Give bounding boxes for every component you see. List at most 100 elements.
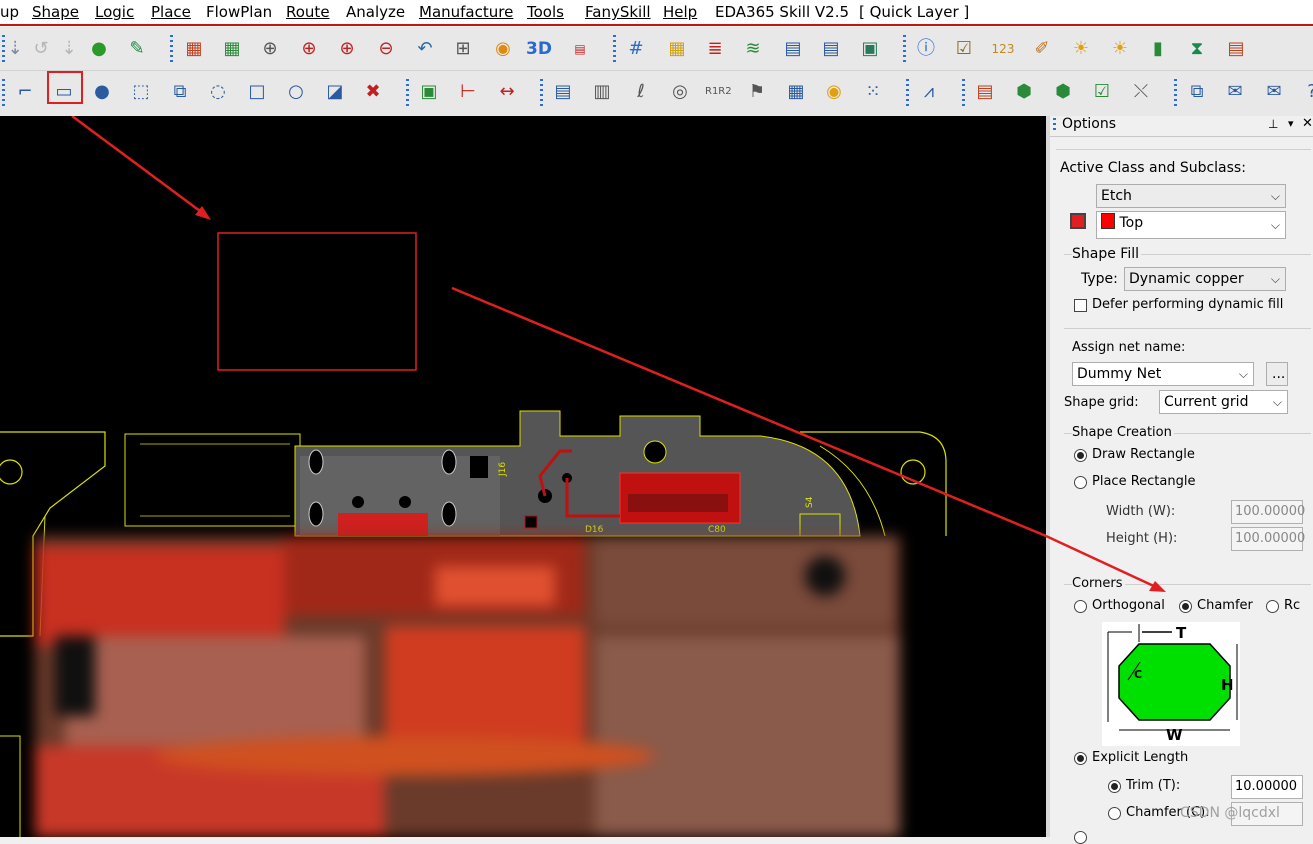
camera-icon[interactable]: ◎ bbox=[667, 79, 693, 105]
menu-setup[interactable]: up bbox=[0, 3, 19, 21]
color-palette-icon[interactable]: ▦ bbox=[664, 36, 690, 62]
zoom-out-icon[interactable]: ⊖ bbox=[373, 36, 399, 62]
hourglass-icon[interactable]: ⧗ bbox=[1184, 36, 1210, 62]
toolbar-grip[interactable] bbox=[613, 35, 616, 63]
grid-select-icon[interactable]: ▦ bbox=[783, 79, 809, 105]
place-rectangle-radio[interactable] bbox=[1074, 476, 1087, 489]
close-icon[interactable]: ✕ bbox=[1302, 116, 1313, 131]
pin-icon[interactable]: ✎ bbox=[124, 36, 150, 62]
zoom-in-area-icon[interactable]: ⊕ bbox=[296, 36, 322, 62]
trim-radio[interactable] bbox=[1108, 780, 1121, 793]
flag-icon[interactable]: ⚑ bbox=[744, 79, 770, 105]
zoom-fit-icon[interactable]: ⊕ bbox=[257, 36, 283, 62]
subclass-select[interactable]: Top ⌵ bbox=[1096, 211, 1286, 239]
subclass-color-swatch[interactable] bbox=[1070, 213, 1086, 229]
brush-icon[interactable]: ✐ bbox=[1029, 36, 1055, 62]
menu-flowplan[interactable]: FlowPlan bbox=[206, 3, 272, 21]
circle-outline-icon[interactable]: ○ bbox=[283, 79, 309, 105]
menu-logic[interactable]: Logic bbox=[95, 3, 134, 21]
fill-type-select[interactable]: Dynamic copper ⌵ bbox=[1124, 267, 1286, 291]
odb-icon[interactable]: ▤ bbox=[550, 79, 576, 105]
dropdown-icon[interactable]: ▾ bbox=[1288, 117, 1294, 130]
toolbar-grip[interactable] bbox=[1174, 79, 1177, 107]
3d-view-icon[interactable]: 3D bbox=[526, 36, 552, 62]
round-radio[interactable] bbox=[1266, 600, 1279, 613]
chamfer-radio[interactable] bbox=[1179, 600, 1192, 613]
edit-shape-icon[interactable]: ◪ bbox=[322, 79, 348, 105]
grid-dots-icon[interactable]: # bbox=[623, 36, 649, 62]
menu-eda365[interactable]: EDA365 Skill V2.5 bbox=[715, 3, 849, 21]
undo-icon[interactable]: ↺ bbox=[28, 36, 54, 62]
grid-box-icon[interactable]: ▦ bbox=[181, 36, 207, 62]
extra-radio[interactable] bbox=[1074, 831, 1087, 844]
routing-path-icon[interactable]: ⩘ bbox=[916, 79, 942, 105]
design-canvas[interactable]: J16 D16 C80 S4 bbox=[0, 116, 1046, 837]
circle-icon[interactable]: ● bbox=[89, 79, 115, 105]
toolbar-grip[interactable] bbox=[906, 79, 909, 107]
menu-fanyskill[interactable]: FanySkill bbox=[585, 3, 651, 21]
menu-route[interactable]: Route bbox=[286, 3, 330, 21]
down-arrow-gray-icon[interactable]: ⇣ bbox=[56, 36, 82, 62]
width-input[interactable]: 100.00000 bbox=[1231, 500, 1305, 524]
dimension-horizontal-icon[interactable]: ⊢ bbox=[455, 79, 481, 105]
menu-shape[interactable]: Shape bbox=[32, 3, 79, 21]
pcb-chip-icon[interactable]: ▣ bbox=[416, 79, 442, 105]
checklist-icon[interactable]: ☑ bbox=[951, 36, 977, 62]
toolbar-grip[interactable] bbox=[2, 79, 5, 107]
globe-icon[interactable]: ● bbox=[86, 36, 112, 62]
array-icon[interactable]: ⁙ bbox=[860, 79, 886, 105]
menu-help[interactable]: Help bbox=[663, 3, 697, 21]
pin-icon[interactable]: ⊥ bbox=[1268, 117, 1278, 131]
defer-fill-checkbox[interactable] bbox=[1074, 299, 1087, 312]
net-name-select[interactable]: Dummy Net ⌵ bbox=[1072, 362, 1254, 386]
shape-grid-select[interactable]: Current grid ⌵ bbox=[1159, 390, 1288, 414]
down-arrow-icon[interactable]: ⇣ bbox=[2, 36, 28, 62]
toolbar-grip[interactable] bbox=[962, 79, 965, 107]
toolbar-grip[interactable] bbox=[406, 79, 409, 107]
trim-input[interactable]: 10.00000 bbox=[1231, 775, 1303, 799]
menu-analyze[interactable]: Analyze bbox=[346, 3, 405, 21]
class-select[interactable]: Etch ⌵ bbox=[1096, 184, 1286, 208]
r1r2-swap-icon[interactable]: R1R2 bbox=[705, 79, 732, 105]
menu-manufacture[interactable]: Manufacture bbox=[419, 3, 513, 21]
checkbox-list-icon[interactable]: ☑ bbox=[1089, 79, 1115, 105]
split-icon[interactable]: ⤬ bbox=[1128, 79, 1154, 105]
sun-icon[interactable]: ☀ bbox=[1068, 36, 1094, 62]
ruler-123-icon[interactable]: 123 bbox=[990, 36, 1016, 62]
orthogonal-radio[interactable] bbox=[1074, 600, 1087, 613]
merge-shapes-icon[interactable]: ⧉ bbox=[167, 79, 193, 105]
square-icon[interactable]: □ bbox=[244, 79, 270, 105]
email-icon[interactable]: ✉ bbox=[1222, 79, 1248, 105]
menu-tools[interactable]: Tools bbox=[527, 3, 564, 21]
dimension-width-icon[interactable]: ↔ bbox=[494, 79, 520, 105]
board-view-icon[interactable]: ▣ bbox=[857, 36, 883, 62]
dfa-icon[interactable]: ▤ bbox=[818, 36, 844, 62]
toolbar-grip[interactable] bbox=[903, 35, 906, 63]
zoom-previous-icon[interactable]: ↶ bbox=[412, 36, 438, 62]
info-icon[interactable]: ⓘ bbox=[913, 36, 939, 62]
zoom-in-icon[interactable]: ⊕ bbox=[334, 36, 360, 62]
sun-settings-icon[interactable]: ☀ bbox=[1107, 36, 1133, 62]
ref-des-icon[interactable]: ℓ bbox=[628, 79, 654, 105]
route-stack-icon[interactable]: ≋ bbox=[740, 36, 766, 62]
menu-place[interactable]: Place bbox=[151, 3, 191, 21]
height-input[interactable]: 100.00000 bbox=[1231, 527, 1305, 551]
grid-box-2-icon[interactable]: ▦ bbox=[219, 36, 245, 62]
browse-net-button[interactable]: ... bbox=[1266, 362, 1288, 386]
l-shape-icon[interactable]: ⌐ bbox=[12, 79, 38, 105]
layers-icon[interactable]: ≣ bbox=[702, 36, 728, 62]
package-2-icon[interactable]: ⬢ bbox=[1050, 79, 1076, 105]
explicit-length-radio[interactable] bbox=[1074, 752, 1087, 765]
shape-list-icon[interactable]: ▤ bbox=[972, 79, 998, 105]
component-icon[interactable]: ▥ bbox=[589, 79, 615, 105]
rotate-shape-icon[interactable]: ◌ bbox=[205, 79, 231, 105]
delete-shape-icon[interactable]: ✖ bbox=[360, 79, 386, 105]
stack-icon[interactable]: ⧉ bbox=[1184, 79, 1210, 105]
test-point-icon[interactable]: ◉ bbox=[821, 79, 847, 105]
envelope-icon[interactable]: ✉ bbox=[1261, 79, 1287, 105]
help-icon[interactable]: ? bbox=[1299, 79, 1313, 105]
panel-grip[interactable] bbox=[1053, 118, 1056, 132]
zoom-world-icon[interactable]: ⊞ bbox=[450, 36, 476, 62]
flip-icon[interactable]: ▤ bbox=[567, 36, 593, 62]
package-icon[interactable]: ⬢ bbox=[1011, 79, 1037, 105]
